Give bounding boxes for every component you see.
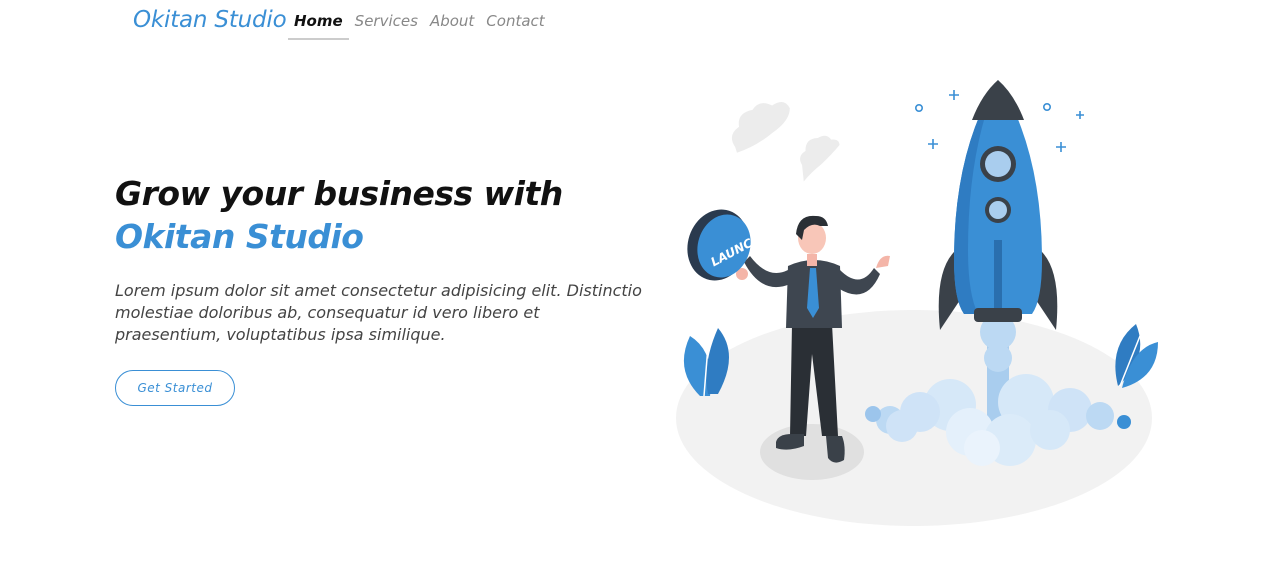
rocket-icon xyxy=(938,80,1058,330)
hero-description: Lorem ipsum dolor sit amet consectetur a… xyxy=(115,281,642,344)
brand-logo[interactable]: Okitan Studio xyxy=(133,7,287,33)
hero-title-line1: Grow your business with xyxy=(115,174,563,213)
hero-section: Grow your business with Okitan Studio Lo… xyxy=(115,172,655,406)
nav-link-contact[interactable]: Contact xyxy=(480,0,550,40)
navbar: Okitan Studio Home Services About Contac… xyxy=(0,0,1280,44)
nav-link-about[interactable]: About xyxy=(424,0,480,40)
nav-link-services[interactable]: Services xyxy=(349,0,424,40)
hero-title: Grow your business with Okitan Studio xyxy=(115,172,655,258)
get-started-button[interactable]: Get Started xyxy=(115,370,235,406)
hero-title-brand: Okitan Studio xyxy=(115,217,364,256)
nav-links: Home Services About Contact xyxy=(288,0,551,40)
plant-icon-right xyxy=(1115,324,1158,388)
nav-link-home[interactable]: Home xyxy=(288,0,349,40)
rocket-launch-illustration: LAUNCH xyxy=(670,60,1170,540)
cloud-icon xyxy=(731,102,840,182)
launch-button-icon: LAUNCH xyxy=(687,209,764,281)
